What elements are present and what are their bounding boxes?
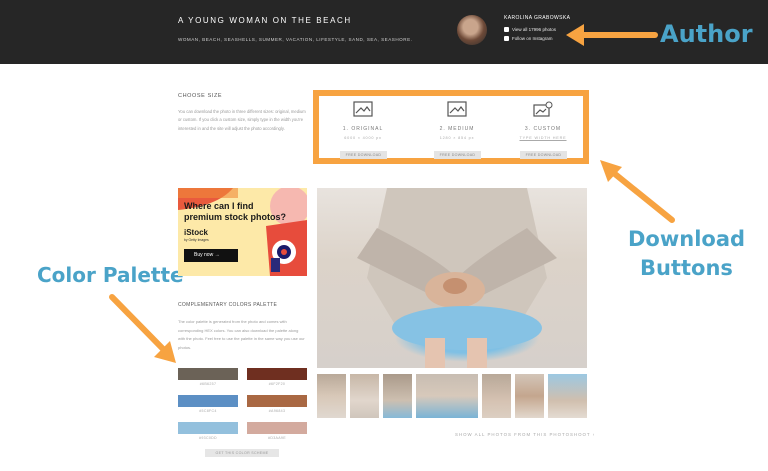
- size-option-original: 1. ORIGINAL 6000 × 4000 px FREE DOWNLOAD: [319, 96, 407, 159]
- size-label: 3. CUSTOM: [524, 126, 562, 132]
- palette-heading: COMPLEMENTARY COLORS PALETTE: [178, 302, 278, 308]
- color-swatch[interactable]: [178, 368, 238, 380]
- main-photo[interactable]: [317, 188, 587, 368]
- download-annotation-line2: Buttons: [640, 256, 733, 280]
- author-arrowhead: [566, 24, 584, 46]
- download-options: 1. ORIGINAL 6000 × 4000 px FREE DOWNLOAD…: [313, 90, 589, 164]
- choose-size-description: You can download the photo in three diff…: [178, 109, 306, 131]
- color-swatch[interactable]: [178, 422, 238, 434]
- show-all-photos-link[interactable]: SHOW ALL PHOTOS FROM THIS PHOTOSHOOT ›: [455, 432, 595, 437]
- ad-headline-line2: premium stock photos?: [184, 212, 287, 222]
- download-annotation-line1: Download: [628, 227, 746, 251]
- photoshoot-thumbnails: [317, 374, 587, 418]
- ad-headline: Where can I find premium stock photos?: [184, 201, 286, 223]
- custom-width-input[interactable]: TYPE WIDTH HERE: [499, 136, 587, 140]
- hex-label: #6B6257: [199, 382, 217, 386]
- thumbnail[interactable]: [350, 374, 379, 418]
- size-label: 2. MEDIUM: [439, 126, 475, 132]
- thumbnail[interactable]: [317, 374, 346, 418]
- size-option-medium: 2. MEDIUM 1280 × 854 px FREE DOWNLOAD: [413, 96, 501, 159]
- thumbnail[interactable]: [383, 374, 412, 418]
- thumbnail[interactable]: [515, 374, 544, 418]
- hex-label: #93C0DD: [199, 436, 217, 440]
- choose-size-heading: CHOOSE SIZE: [178, 93, 223, 99]
- free-download-custom-button[interactable]: FREE DOWNLOAD: [520, 151, 567, 159]
- size-option-custom: 3. CUSTOM TYPE WIDTH HERE FREE DOWNLOAD: [499, 96, 587, 159]
- image-icon: [447, 101, 467, 117]
- palette-arrow: [109, 294, 169, 355]
- hex-label: #A96843: [268, 409, 286, 413]
- free-download-medium-button[interactable]: FREE DOWNLOAD: [434, 151, 481, 159]
- color-swatch[interactable]: [247, 395, 307, 407]
- hex-label: #D3AA9E: [268, 436, 286, 440]
- get-color-scheme-button[interactable]: GET THIS COLOR SCHEME: [205, 449, 279, 457]
- istock-sublogo: by Getty Images: [184, 238, 209, 242]
- custom-image-icon: [533, 101, 553, 117]
- color-swatch[interactable]: [247, 368, 307, 380]
- buy-now-button[interactable]: Buy now →: [184, 249, 238, 262]
- palette-annotation: Color Palette: [37, 263, 184, 287]
- palette-description: The color palette is generated from the …: [178, 319, 305, 351]
- thumbnail[interactable]: [416, 374, 478, 418]
- hex-label: #5C8FC4: [199, 409, 217, 413]
- thumbnail[interactable]: [548, 374, 587, 418]
- istock-logo: iStock: [184, 228, 209, 237]
- size-dims: 6000 × 4000 px: [344, 136, 382, 140]
- color-swatch[interactable]: [247, 422, 307, 434]
- size-label: 1. ORIGINAL: [342, 126, 384, 132]
- thumbnail[interactable]: [482, 374, 511, 418]
- hex-label: #6F2F20: [268, 382, 286, 386]
- color-swatch[interactable]: [178, 395, 238, 407]
- author-annotation: Author: [660, 20, 753, 48]
- free-download-original-button[interactable]: FREE DOWNLOAD: [340, 151, 387, 159]
- photo-illustration: [357, 188, 557, 368]
- size-dims: 1280 × 854 px: [439, 136, 475, 140]
- download-arrow: [607, 167, 675, 223]
- istock-ad[interactable]: Where can I find premium stock photos? i…: [178, 188, 307, 276]
- ad-headline-line1: Where can I find: [184, 201, 254, 211]
- image-icon: [353, 101, 373, 117]
